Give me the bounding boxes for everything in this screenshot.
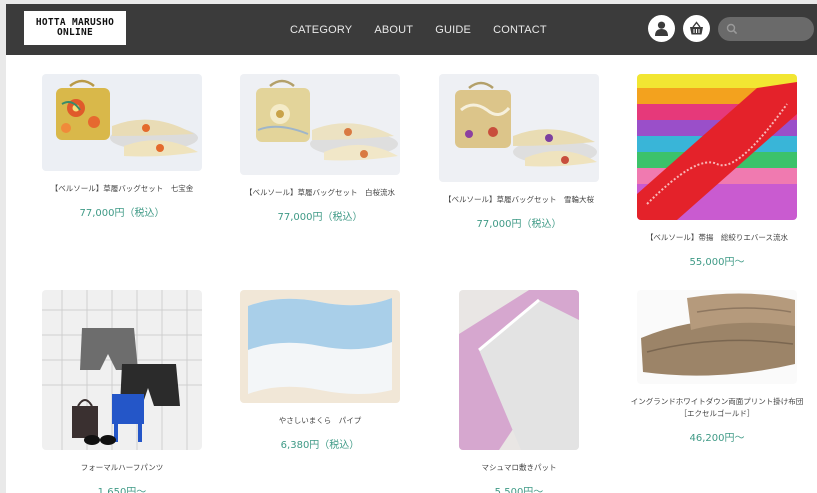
product-image[interactable]: [459, 290, 579, 450]
product-card[interactable]: 【ベルソール】帯揚 総絞りエバース流水 55,000円〜: [628, 74, 806, 268]
product-image[interactable]: [240, 290, 400, 403]
product-card[interactable]: 【ベルソール】草履バッグセット 七宝金 77,000円（税込）: [33, 74, 211, 219]
product-name[interactable]: フォーマルハーフパンツ: [33, 462, 211, 474]
product-name[interactable]: やさしいまくら パイプ: [231, 415, 409, 427]
product-price: 77,000円（税込）: [79, 208, 165, 219]
product-price: 77,000円（税込）: [277, 212, 363, 223]
product-name[interactable]: イングランドホワイトダウン両面プリント掛け布団［エクセルゴールド］: [628, 396, 806, 420]
nav-about[interactable]: ABOUT: [374, 24, 413, 36]
product-image[interactable]: [42, 74, 202, 171]
nav-guide[interactable]: GUIDE: [435, 24, 471, 36]
search-icon: [726, 23, 738, 35]
search-box[interactable]: [718, 17, 814, 41]
account-button[interactable]: [648, 15, 675, 42]
product-image[interactable]: [637, 74, 797, 220]
product-image[interactable]: [439, 74, 599, 182]
site-logo[interactable]: HOTTA MARUSHO ONLINE: [24, 11, 126, 45]
product-name[interactable]: 【ベルソール】草履バッグセット 白桜流水: [231, 187, 409, 199]
product-price: 6,380円（税込）: [280, 440, 360, 451]
product-card[interactable]: 【ベルソール】草履バッグセット 白桜流水 77,000円（税込）: [231, 74, 409, 223]
product-price: 55,000円〜: [689, 257, 745, 268]
product-card[interactable]: イングランドホワイトダウン両面プリント掛け布団［エクセルゴールド］ 46,200…: [628, 290, 806, 444]
product-card[interactable]: フォーマルハーフパンツ 1,650円〜: [33, 290, 211, 493]
product-name[interactable]: 【ベルソール】草履バッグセット 七宝金: [33, 183, 211, 195]
basket-icon: [690, 21, 703, 35]
product-image[interactable]: [637, 290, 797, 384]
main-nav: CATEGORY ABOUT GUIDE CONTACT: [290, 4, 569, 55]
nav-contact[interactable]: CONTACT: [493, 24, 547, 36]
search-input[interactable]: [742, 21, 806, 37]
product-card[interactable]: 【ベルソール】草履バッグセット 雪輪大桜 77,000円（税込）: [430, 74, 608, 230]
product-price: 46,200円〜: [689, 433, 745, 444]
product-price: 5,500円〜: [494, 487, 544, 493]
product-price: 1,650円〜: [97, 487, 147, 493]
cart-button[interactable]: [683, 15, 710, 42]
product-card[interactable]: やさしいまくら パイプ 6,380円（税込）: [231, 290, 409, 451]
user-icon: [655, 21, 668, 36]
logo-line-2: ONLINE: [56, 27, 94, 38]
product-card[interactable]: マシュマロ敷きパット 5,500円〜: [430, 290, 608, 493]
nav-category[interactable]: CATEGORY: [290, 24, 352, 36]
product-image[interactable]: [240, 74, 400, 175]
product-name[interactable]: 【ベルソール】草履バッグセット 雪輪大桜: [430, 194, 608, 206]
page: HOTTA MARUSHO ONLINE CATEGORY ABOUT GUID…: [6, 4, 817, 493]
product-name[interactable]: マシュマロ敷きパット: [430, 462, 608, 474]
site-header: HOTTA MARUSHO ONLINE CATEGORY ABOUT GUID…: [6, 4, 817, 55]
product-image[interactable]: [42, 290, 202, 450]
product-name[interactable]: 【ベルソール】帯揚 総絞りエバース流水: [628, 232, 806, 244]
product-price: 77,000円（税込）: [476, 219, 562, 230]
